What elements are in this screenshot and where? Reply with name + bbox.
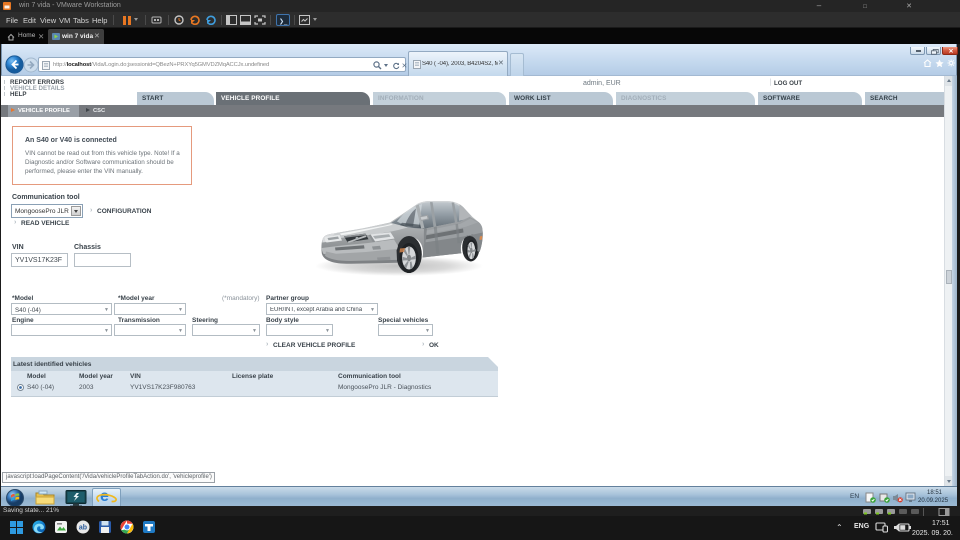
svg-text:ab: ab: [79, 525, 87, 532]
